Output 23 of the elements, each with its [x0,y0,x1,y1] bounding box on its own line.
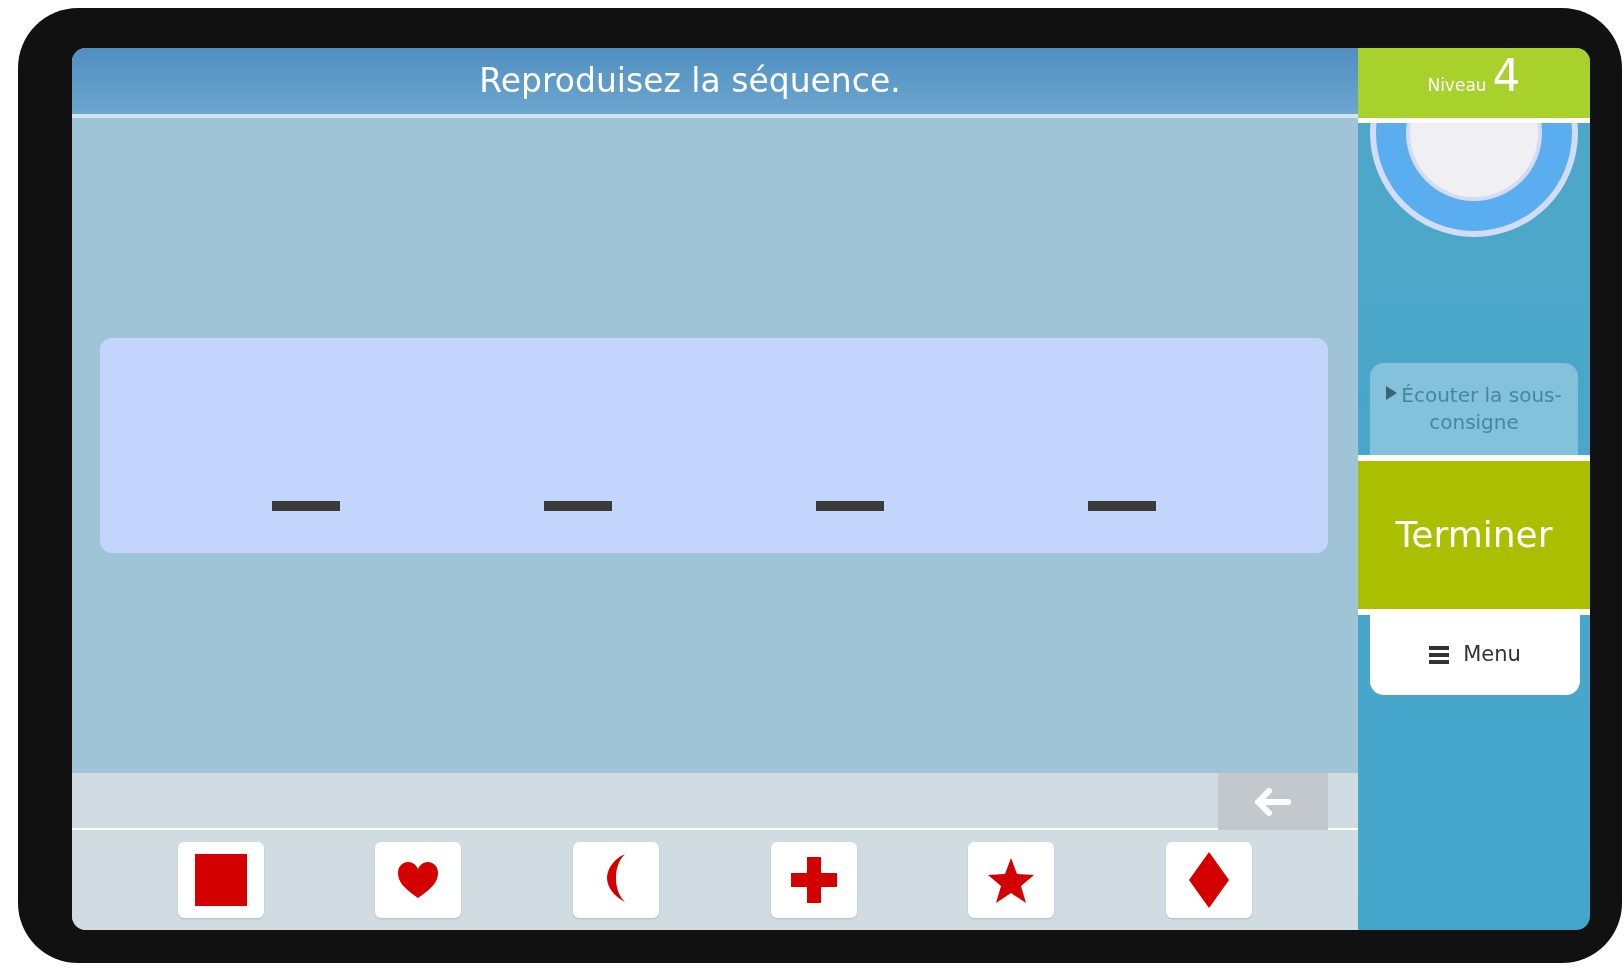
diamond-icon [1189,852,1230,908]
empty-slot-dash [1088,501,1156,511]
star-icon [987,857,1036,903]
empty-slot-dash [544,501,612,511]
empty-slot-dash [816,501,884,511]
level-number: 4 [1492,54,1521,98]
menu-button[interactable]: Menu [1370,615,1580,695]
empty-slot-dash [272,501,340,511]
menu-icon [1429,646,1450,664]
symbol-key[interactable] [375,842,462,918]
play-icon [1386,386,1398,400]
symbol-key[interactable] [177,842,264,918]
symbol-key[interactable] [770,842,857,918]
symbol-key[interactable] [573,842,660,918]
left-arrow-icon [1255,787,1291,816]
level-label: Niveau [1427,74,1487,97]
instruction-title: Reproduisez la séquence. [479,60,901,103]
heart-icon [398,862,439,898]
symbol-key[interactable] [968,842,1055,918]
finish-button[interactable]: Terminer [1358,455,1590,615]
square-icon [192,852,249,908]
symbol-key[interactable] [1166,842,1253,918]
cross-icon [790,857,837,903]
